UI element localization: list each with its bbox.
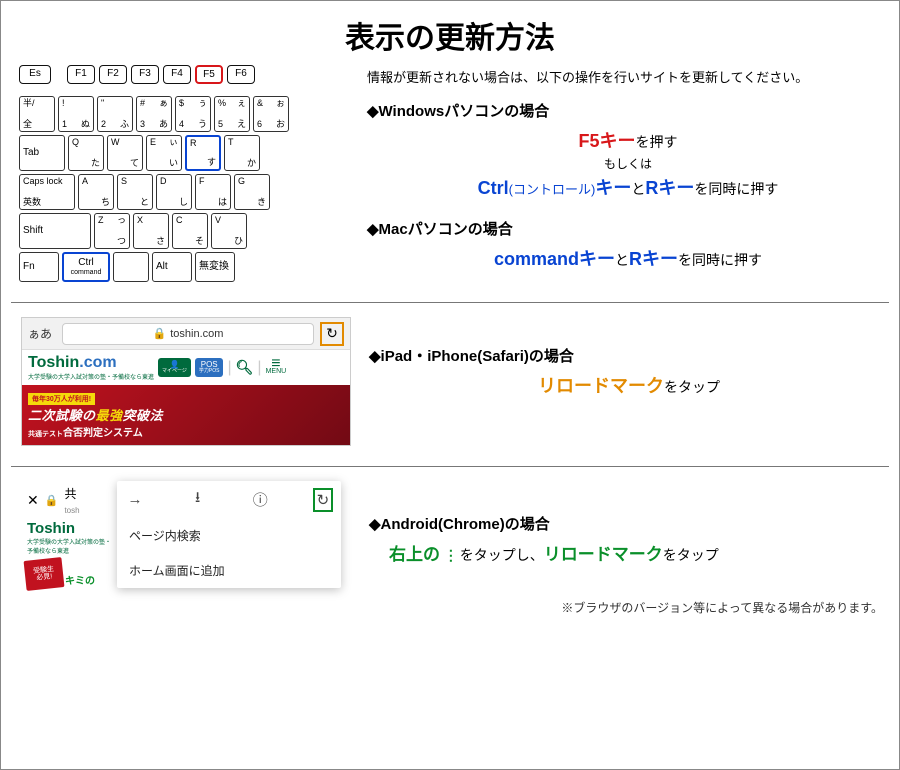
key-tab: Tab xyxy=(19,135,65,171)
safari-textsize: ぁあ xyxy=(28,325,56,342)
key-r: Rす xyxy=(185,135,221,171)
safari-reload-button: ↻ xyxy=(320,322,344,346)
key-hankaku: 半/全 xyxy=(19,96,55,132)
close-icon: ✕ xyxy=(27,492,39,509)
safari-mock: ぁあ 🔒toshin.com ↻ Toshin.com 大学受験の大学入試対策の… xyxy=(21,317,351,446)
download-icon: ⭳ xyxy=(188,487,208,512)
separator xyxy=(11,302,889,303)
mypage-badge: 👤マイページ xyxy=(158,358,191,377)
keyboard-illustration: Es F1 F2 F3 F4 F5 F6 半/全 !1ぬ "2ふ #ぁ3あ $ぅ… xyxy=(19,65,349,282)
chrome-menu-overlay: → ⭳ ⓘ ↻ ページ内検索 ホーム画面に追加 xyxy=(117,481,341,588)
key-3: #ぁ3あ xyxy=(136,96,172,132)
windows-heading: ◆Windowsパソコンの場合 xyxy=(367,100,889,121)
lock-icon: 🔒 xyxy=(45,494,59,507)
footnote: ※ブラウザのバージョン等によって異なる場合があります。 xyxy=(11,599,883,616)
menu-item-find: ページ内検索 xyxy=(117,518,341,553)
key-z: Zっつ xyxy=(94,213,130,249)
stamp-badge: 受験生必見! xyxy=(24,557,65,591)
key-f3: F3 xyxy=(131,65,159,84)
key-t: Tか xyxy=(224,135,260,171)
info-icon: ⓘ xyxy=(250,489,270,510)
chrome-reload-button: ↻ xyxy=(313,488,333,512)
separator xyxy=(11,466,889,467)
pos-badge: POS学力POS xyxy=(195,358,224,377)
windows-line2: もしくは xyxy=(367,155,889,172)
toshin-tagline: 大学受験の大学入試対策の塾・予備校なら東進 xyxy=(28,372,154,381)
mac-heading: ◆Macパソコンの場合 xyxy=(367,218,889,239)
toshin-banner: 毎年30万人が利用! 二次試験の最強突破法 共通テスト合否判定システム xyxy=(22,385,350,445)
key-6: &ぉ6お xyxy=(253,96,289,132)
mac-line1: commandキーとRキーを同時に押す xyxy=(367,245,889,271)
chrome-line1: 右上の ⋮ をタップし、リロードマークをタップ xyxy=(369,540,889,565)
intro-text: 情報が更新されない場合は、以下の操作を行いサイトを更新してください。 xyxy=(367,67,889,86)
safari-heading: ◆iPad・iPhone(Safari)の場合 xyxy=(369,345,889,366)
search-icon: 🔍︎ xyxy=(236,359,254,376)
key-1: !1ぬ xyxy=(58,96,94,132)
key-s: Sと xyxy=(117,174,153,210)
key-v: Vひ xyxy=(211,213,247,249)
key-f4: F4 xyxy=(163,65,191,84)
key-f6: F6 xyxy=(227,65,255,84)
toshin-logo: Toshin xyxy=(21,520,119,537)
page-title: 表示の更新方法 xyxy=(11,13,889,57)
toshin-tagline: 大学受験の大学入試対策の塾・予備校なら東進 xyxy=(21,537,119,557)
key-d: Dし xyxy=(156,174,192,210)
windows-line3: Ctrl(コントロール)キーとRキーを同時に押す xyxy=(367,174,889,200)
key-4: $ぅ4う xyxy=(175,96,211,132)
safari-line1: リロードマークをタップ xyxy=(369,372,889,398)
windows-line1: F5キーを押す xyxy=(367,127,889,153)
key-f2: F2 xyxy=(99,65,127,84)
key-win xyxy=(113,252,149,282)
key-f1: F1 xyxy=(67,65,95,84)
key-x: Xさ xyxy=(133,213,169,249)
key-alt: Alt xyxy=(152,252,192,282)
menu-item-add-home: ホーム画面に追加 xyxy=(117,553,341,588)
key-muhenkan: 無変換 xyxy=(195,252,235,282)
key-capslock: Caps lock英数 xyxy=(19,174,75,210)
menu-icon: ≡MENU xyxy=(266,360,287,374)
safari-address-bar: 🔒toshin.com xyxy=(62,323,314,345)
chrome-mock: ✕ 🔒 共tosh Toshin 大学受験の大学入試対策の塾・予備校なら東進 受… xyxy=(21,481,351,589)
back-icon: → xyxy=(125,491,145,508)
key-5: %ぇ5え xyxy=(214,96,250,132)
banner-text: キミの xyxy=(65,572,95,589)
key-q: Qた xyxy=(68,135,104,171)
chrome-heading: ◆Android(Chrome)の場合 xyxy=(369,513,889,534)
key-f: Fは xyxy=(195,174,231,210)
key-g: Gき xyxy=(234,174,270,210)
key-es: Es xyxy=(19,65,51,84)
key-a: Aち xyxy=(78,174,114,210)
toshin-logo: Toshin.com xyxy=(28,354,154,372)
key-w: Wて xyxy=(107,135,143,171)
key-c: Cそ xyxy=(172,213,208,249)
key-fn: Fn xyxy=(19,252,59,282)
lock-icon: 🔒 xyxy=(153,327,167,340)
key-e: Eぃい xyxy=(146,135,182,171)
key-f5: F5 xyxy=(195,65,223,84)
key-shift: Shift xyxy=(19,213,91,249)
key-ctrl: Ctrlcommand xyxy=(62,252,110,282)
key-2: "2ふ xyxy=(97,96,133,132)
